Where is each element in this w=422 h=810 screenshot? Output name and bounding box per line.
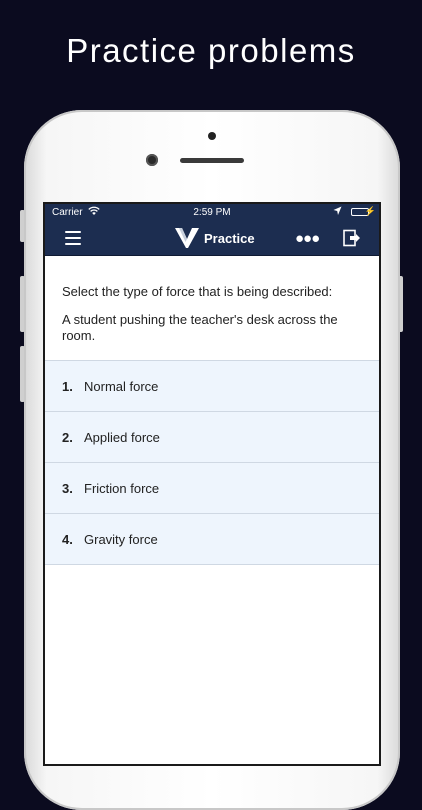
answer-label: Gravity force [84, 531, 158, 547]
question-prompt: Select the type of force that is being d… [62, 284, 333, 299]
headline: Practice problems [66, 32, 356, 69]
nav-title: Practice [204, 230, 255, 246]
answer-option[interactable]: 1. Normal force [45, 361, 379, 412]
answer-option[interactable]: 2. Applied force [45, 412, 379, 463]
app-screen: Carrier 2:59 PM ⚡ Practice ●●● Select th… [45, 204, 379, 764]
proximity-sensor [146, 154, 158, 166]
app-logo-icon [175, 228, 199, 248]
answer-option[interactable]: 4. Gravity force [45, 514, 379, 565]
location-arrow-icon [333, 206, 342, 219]
answer-number: 4. [62, 531, 73, 547]
more-dots-icon[interactable]: ●●● [295, 230, 320, 247]
hamburger-icon[interactable] [65, 231, 81, 245]
answer-number: 1. [62, 378, 73, 394]
charging-bolt-icon: ⚡ [364, 206, 376, 216]
question-block: Select the type of force that is being d… [45, 256, 379, 344]
earpiece-speaker [180, 158, 244, 163]
answer-label: Normal force [84, 378, 159, 394]
answer-label: Applied force [84, 429, 160, 445]
status-bar: Carrier 2:59 PM ⚡ [45, 204, 379, 221]
front-camera [208, 132, 216, 140]
answer-number: 3. [62, 480, 73, 496]
answer-number: 2. [62, 429, 73, 445]
app-brand: Practice [175, 228, 255, 248]
question-text: A student pushing the teacher's desk acr… [62, 312, 338, 343]
answer-list: 1. Normal force 2. Applied force 3. Fric… [45, 360, 379, 565]
answer-option[interactable]: 3. Friction force [45, 463, 379, 514]
clock: 2:59 PM [193, 207, 231, 218]
answer-label: Friction force [84, 480, 160, 496]
app-navbar: Practice ●●● [45, 221, 379, 256]
exit-icon[interactable] [342, 229, 360, 247]
